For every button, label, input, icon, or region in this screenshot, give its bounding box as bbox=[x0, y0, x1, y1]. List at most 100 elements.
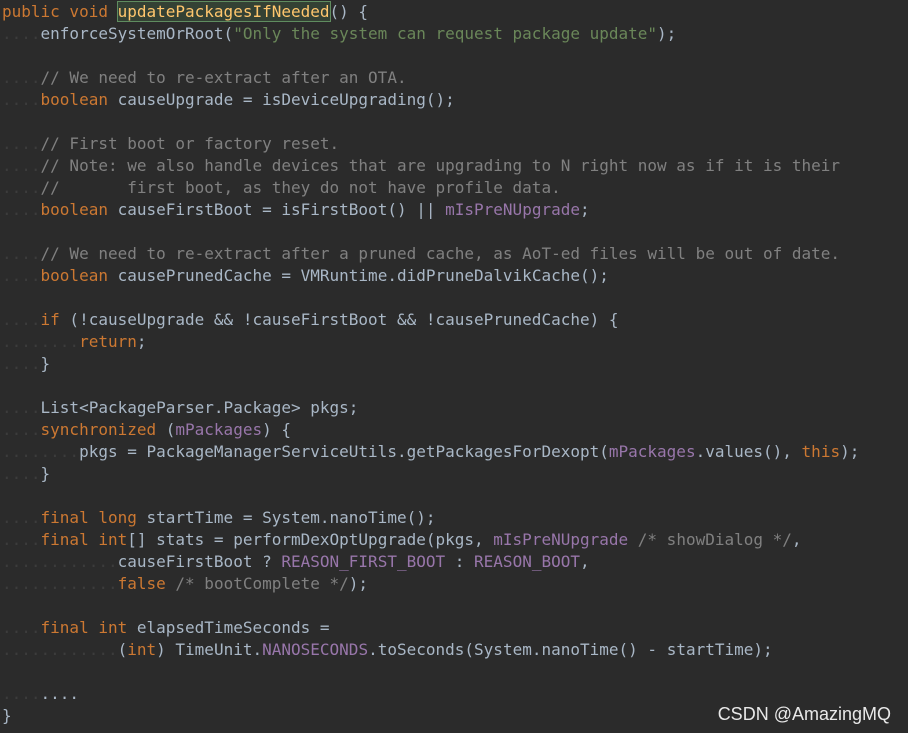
code-line[interactable]: final long startTime = System.nanoTime()… bbox=[0, 507, 908, 529]
indent-guide: .... bbox=[2, 178, 41, 197]
code-comment: // First boot or factory reset. bbox=[2, 134, 340, 153]
code-line[interactable]: false /* bootComplete */);............ bbox=[0, 573, 908, 595]
code-line[interactable] bbox=[0, 661, 908, 683]
code-keyword: boolean bbox=[40, 90, 108, 109]
code-line[interactable] bbox=[0, 595, 908, 617]
code-keyword: final long bbox=[40, 508, 137, 527]
code-line[interactable] bbox=[0, 45, 908, 67]
indent-guide: ............ bbox=[2, 552, 118, 571]
code-line[interactable] bbox=[0, 485, 908, 507]
code-token: causeFirstBoot = isFirstBoot() || bbox=[107, 200, 446, 219]
indent-guide: .... bbox=[2, 398, 41, 417]
watermark: CSDN @AmazingMQ bbox=[717, 704, 891, 724]
code-line[interactable] bbox=[0, 375, 908, 397]
code-field: NANOSECONDS bbox=[262, 640, 369, 659]
code-line[interactable]: causeFirstBoot ? REASON_FIRST_BOOT : REA… bbox=[0, 551, 908, 573]
code-area[interactable]: public void updatePackagesIfNeeded() { e… bbox=[0, 1, 908, 727]
code-field: mIsPreNUpgrade bbox=[445, 200, 580, 219]
code-field: REASON_BOOT bbox=[474, 552, 580, 571]
code-keyword: int bbox=[127, 640, 157, 659]
code-line[interactable] bbox=[0, 221, 908, 243]
code-keyword: final int bbox=[40, 530, 128, 549]
code-line[interactable]: boolean causePrunedCache = VMRuntime.did… bbox=[0, 265, 908, 287]
code-token: (!causeUpgrade && !causeFirstBoot && !ca… bbox=[59, 310, 619, 329]
indent-guide: .... bbox=[2, 530, 41, 549]
code-line[interactable]: pkgs = PackageManagerServiceUtils.getPac… bbox=[0, 441, 908, 463]
code-field: mPackages bbox=[608, 442, 696, 461]
code-comment: // Note: we also handle devices that are… bbox=[2, 156, 841, 175]
code-line[interactable] bbox=[0, 111, 908, 133]
code-string: "Only the system can request package upd… bbox=[233, 24, 658, 43]
indent-guide: .... bbox=[2, 464, 41, 483]
code-line[interactable]: // We need to re-extract after an OTA...… bbox=[0, 67, 908, 89]
indent-guide: ............ bbox=[2, 640, 118, 659]
indent-guide: .... bbox=[2, 90, 41, 109]
indent-guide: ........ bbox=[2, 332, 80, 351]
indent-guide: .... bbox=[2, 244, 41, 263]
code-line[interactable]: // We need to re-extract after a pruned … bbox=[0, 243, 908, 265]
code-token: : bbox=[445, 552, 475, 571]
indent-guide: .... bbox=[2, 266, 41, 285]
code-keyword: public void bbox=[2, 2, 118, 21]
code-token: , bbox=[791, 530, 802, 549]
code-token: ); bbox=[840, 442, 860, 461]
code-keyword: final int bbox=[40, 618, 128, 637]
code-token: ; bbox=[136, 332, 147, 351]
code-line[interactable]: }.... bbox=[0, 353, 908, 375]
indent-guide: ............ bbox=[2, 574, 118, 593]
code-token: ; bbox=[579, 200, 590, 219]
code-comment: /* bootComplete */ bbox=[175, 574, 349, 593]
code-line[interactable]: List<PackageParser.Package> pkgs;.... bbox=[0, 397, 908, 419]
code-keyword: boolean bbox=[40, 266, 108, 285]
indent-guide: ........ bbox=[2, 442, 80, 461]
code-token: List<PackageParser.Package> pkgs; bbox=[2, 398, 359, 417]
code-keyword: false bbox=[117, 574, 166, 593]
code-line[interactable]: return;........ bbox=[0, 331, 908, 353]
code-token: ( bbox=[156, 420, 176, 439]
code-line[interactable]: if (!causeUpgrade && !causeFirstBoot && … bbox=[0, 309, 908, 331]
code-line[interactable]: (int) TimeUnit.NANOSECONDS.toSeconds(Sys… bbox=[0, 639, 908, 661]
code-line[interactable]: // first boot, as they do not have profi… bbox=[0, 177, 908, 199]
code-field: mIsPreNUpgrade bbox=[493, 530, 629, 549]
code-line[interactable]: boolean causeFirstBoot = isFirstBoot() |… bbox=[0, 199, 908, 221]
code-line[interactable]: public void updatePackagesIfNeeded() { bbox=[0, 1, 908, 23]
code-line[interactable]: // Note: we also handle devices that are… bbox=[0, 155, 908, 177]
code-token: .toSeconds(System.nanoTime() - startTime… bbox=[368, 640, 773, 659]
indent-guide: .... bbox=[2, 68, 41, 87]
indent-guide: .... bbox=[2, 310, 41, 329]
code-keyword: this bbox=[801, 442, 841, 461]
code-token: , bbox=[580, 552, 590, 571]
code-token: ) { bbox=[262, 420, 291, 439]
code-line[interactable]: synchronized (mPackages) {.... bbox=[0, 419, 908, 441]
code-line[interactable] bbox=[0, 287, 908, 309]
code-field: REASON_FIRST_BOOT bbox=[281, 552, 446, 571]
code-token: elapsedTimeSeconds = bbox=[127, 618, 330, 637]
code-editor[interactable]: public void updatePackagesIfNeeded() { e… bbox=[0, 0, 908, 733]
code-line[interactable]: boolean causeUpgrade = isDeviceUpgrading… bbox=[0, 89, 908, 111]
code-keyword: return bbox=[79, 332, 137, 351]
code-comment: // first boot, as they do not have profi… bbox=[2, 178, 561, 197]
code-token: causeUpgrade = isDeviceUpgrading(); bbox=[107, 90, 455, 109]
code-token: ); bbox=[348, 574, 369, 593]
code-line[interactable]: // First boot or factory reset..... bbox=[0, 133, 908, 155]
code-keyword: if bbox=[40, 310, 60, 329]
code-token: ); bbox=[657, 24, 677, 43]
code-line[interactable]: ........ bbox=[0, 683, 908, 705]
code-keyword: synchronized bbox=[40, 420, 157, 439]
code-token: .values(), bbox=[695, 442, 802, 461]
code-comment: // We need to re-extract after an OTA. bbox=[2, 68, 407, 87]
code-line[interactable]: enforceSystemOrRoot("Only the system can… bbox=[0, 23, 908, 45]
indent-guide: .... bbox=[2, 420, 41, 439]
indent-guide: .... bbox=[2, 24, 41, 43]
indent-guide: .... bbox=[2, 156, 41, 175]
code-line[interactable]: }.... bbox=[0, 463, 908, 485]
code-token: () { bbox=[329, 2, 369, 21]
code-token: startTime = System.nanoTime(); bbox=[136, 508, 436, 527]
highlighted-method-name: updatePackagesIfNeeded bbox=[116, 1, 331, 22]
indent-guide: .... bbox=[2, 354, 41, 373]
code-line[interactable]: final int elapsedTimeSeconds =.... bbox=[0, 617, 908, 639]
code-line[interactable]: final int[] stats = performDexOptUpgrade… bbox=[0, 529, 908, 551]
code-token: causePrunedCache = VMRuntime.didPruneDal… bbox=[107, 266, 609, 285]
